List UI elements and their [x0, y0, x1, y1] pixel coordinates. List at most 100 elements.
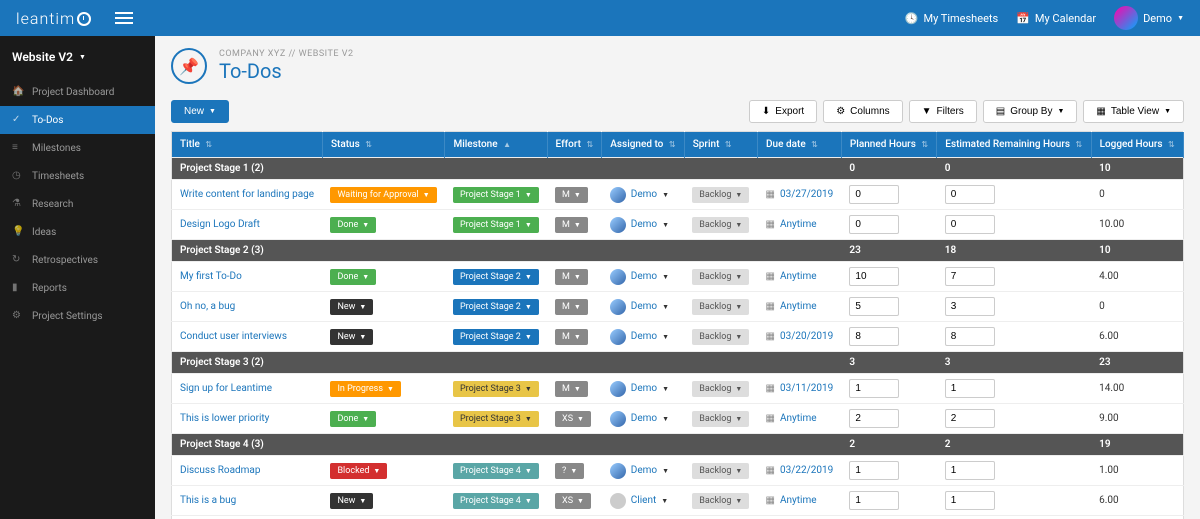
- remaining-hours-input[interactable]: [945, 215, 995, 234]
- sprint-badge[interactable]: Backlog ▼: [692, 381, 749, 397]
- planned-hours-input[interactable]: [849, 267, 899, 286]
- planned-hours-input[interactable]: [849, 297, 899, 316]
- due-date-cell[interactable]: ▦03/20/2019: [766, 331, 834, 342]
- sprint-badge[interactable]: Backlog ▼: [692, 411, 749, 427]
- export-button[interactable]: ⬇Export: [749, 100, 817, 123]
- milestone-badge[interactable]: Project Stage 2 ▼: [453, 329, 539, 345]
- due-date-cell[interactable]: ▦03/22/2019: [766, 465, 834, 476]
- assignee-cell[interactable]: Demo ▼: [610, 463, 676, 479]
- todo-title-link[interactable]: This is lower priority: [180, 413, 269, 424]
- planned-hours-input[interactable]: [849, 461, 899, 480]
- due-date-cell[interactable]: ▦03/27/2019: [766, 189, 834, 200]
- sidebar-item-timesheets[interactable]: ◷Timesheets: [0, 162, 155, 190]
- todo-title-link[interactable]: Oh no, a bug: [180, 301, 235, 312]
- remaining-hours-input[interactable]: [945, 379, 995, 398]
- effort-badge[interactable]: M ▼: [555, 217, 588, 233]
- col-header[interactable]: Title ⇅: [172, 132, 323, 158]
- col-header[interactable]: Due date ⇅: [758, 132, 842, 158]
- sidebar-item-project-settings[interactable]: ⚙Project Settings: [0, 302, 155, 330]
- col-header[interactable]: Logged Hours ⇅: [1091, 132, 1183, 158]
- sidebar-item-to-dos[interactable]: ✓To-Dos: [0, 106, 155, 134]
- sidebar-item-project-dashboard[interactable]: 🏠Project Dashboard: [0, 78, 155, 106]
- col-header[interactable]: Planned Hours ⇅: [841, 132, 936, 158]
- todo-title-link[interactable]: Write content for landing page: [180, 189, 314, 200]
- sprint-badge[interactable]: Backlog ▼: [692, 493, 749, 509]
- milestone-badge[interactable]: Project Stage 1 ▼: [453, 217, 539, 233]
- col-header[interactable]: Milestone ▲: [445, 132, 547, 158]
- status-badge[interactable]: New ▼: [330, 493, 373, 509]
- status-badge[interactable]: Done ▼: [330, 269, 376, 285]
- milestone-badge[interactable]: Project Stage 2 ▼: [453, 269, 539, 285]
- milestone-badge[interactable]: Project Stage 1 ▼: [453, 187, 539, 203]
- todo-title-link[interactable]: Conduct user interviews: [180, 331, 287, 342]
- columns-button[interactable]: ⚙Columns: [823, 100, 902, 123]
- due-date-cell[interactable]: ▦Anytime: [766, 219, 834, 230]
- table-view-button[interactable]: ▦Table View ▼: [1083, 100, 1184, 123]
- effort-badge[interactable]: M ▼: [555, 269, 588, 285]
- remaining-hours-input[interactable]: [945, 409, 995, 428]
- hamburger-menu[interactable]: [115, 9, 133, 27]
- milestone-badge[interactable]: Project Stage 2 ▼: [453, 299, 539, 315]
- assignee-cell[interactable]: Demo ▼: [610, 329, 676, 345]
- assignee-cell[interactable]: Demo ▼: [610, 269, 676, 285]
- remaining-hours-input[interactable]: [945, 327, 995, 346]
- effort-badge[interactable]: M ▼: [555, 329, 588, 345]
- user-menu[interactable]: Demo▼: [1114, 6, 1184, 30]
- remaining-hours-input[interactable]: [945, 461, 995, 480]
- group-by-button[interactable]: ▤Group By ▼: [983, 100, 1078, 123]
- milestone-badge[interactable]: Project Stage 3 ▼: [453, 381, 539, 397]
- due-date-cell[interactable]: ▦03/11/2019: [766, 383, 834, 394]
- assignee-cell[interactable]: Demo ▼: [610, 217, 676, 233]
- todo-title-link[interactable]: This is a bug: [180, 495, 236, 506]
- sidebar-item-reports[interactable]: ▮Reports: [0, 274, 155, 302]
- col-header[interactable]: Status ⇅: [322, 132, 445, 158]
- filters-button[interactable]: ▼Filters: [909, 100, 977, 123]
- sprint-badge[interactable]: Backlog ▼: [692, 463, 749, 479]
- status-badge[interactable]: Done ▼: [330, 217, 376, 233]
- assignee-cell[interactable]: Demo ▼: [610, 411, 676, 427]
- milestone-badge[interactable]: Project Stage 3 ▼: [453, 411, 539, 427]
- status-badge[interactable]: In Progress ▼: [330, 381, 400, 397]
- effort-badge[interactable]: XS ▼: [555, 411, 591, 427]
- remaining-hours-input[interactable]: [945, 185, 995, 204]
- planned-hours-input[interactable]: [849, 327, 899, 346]
- planned-hours-input[interactable]: [849, 185, 899, 204]
- due-date-cell[interactable]: ▦Anytime: [766, 495, 834, 506]
- todo-title-link[interactable]: Discuss Roadmap: [180, 465, 260, 476]
- planned-hours-input[interactable]: [849, 409, 899, 428]
- project-selector[interactable]: Website V2▼: [0, 36, 155, 78]
- sidebar-item-ideas[interactable]: 💡Ideas: [0, 218, 155, 246]
- assignee-cell[interactable]: Demo ▼: [610, 187, 676, 203]
- todo-title-link[interactable]: Sign up for Leantime: [180, 383, 272, 394]
- status-badge[interactable]: Blocked ▼: [330, 463, 387, 479]
- milestone-badge[interactable]: Project Stage 4 ▼: [453, 493, 539, 509]
- planned-hours-input[interactable]: [849, 379, 899, 398]
- status-badge[interactable]: Done ▼: [330, 411, 376, 427]
- sidebar-item-retrospectives[interactable]: ↻Retrospectives: [0, 246, 155, 274]
- assignee-cell[interactable]: Demo ▼: [610, 381, 676, 397]
- due-date-cell[interactable]: ▦Anytime: [766, 413, 834, 424]
- col-header[interactable]: Assigned to ⇅: [602, 132, 684, 158]
- remaining-hours-input[interactable]: [945, 267, 995, 286]
- sprint-badge[interactable]: Backlog ▼: [692, 269, 749, 285]
- milestone-badge[interactable]: Project Stage 4 ▼: [453, 463, 539, 479]
- assignee-cell[interactable]: Demo ▼: [610, 299, 676, 315]
- remaining-hours-input[interactable]: [945, 297, 995, 316]
- planned-hours-input[interactable]: [849, 491, 899, 510]
- sprint-badge[interactable]: Backlog ▼: [692, 329, 749, 345]
- sidebar-item-research[interactable]: ⚗Research: [0, 190, 155, 218]
- planned-hours-input[interactable]: [849, 215, 899, 234]
- col-header[interactable]: Estimated Remaining Hours ⇅: [937, 132, 1091, 158]
- effort-badge[interactable]: M ▼: [555, 187, 588, 203]
- new-button[interactable]: New ▼: [171, 100, 229, 123]
- col-header[interactable]: Effort ⇅: [547, 132, 602, 158]
- status-badge[interactable]: Waiting for Approval ▼: [330, 187, 436, 203]
- sidebar-item-milestones[interactable]: ≡Milestones: [0, 134, 155, 162]
- sprint-badge[interactable]: Backlog ▼: [692, 187, 749, 203]
- my-timesheets-link[interactable]: 🕓My Timesheets: [905, 12, 998, 25]
- remaining-hours-input[interactable]: [945, 491, 995, 510]
- assignee-cell[interactable]: Client ▼: [610, 493, 676, 509]
- effort-badge[interactable]: M ▼: [555, 299, 588, 315]
- status-badge[interactable]: New ▼: [330, 329, 373, 345]
- effort-badge[interactable]: XS ▼: [555, 493, 591, 509]
